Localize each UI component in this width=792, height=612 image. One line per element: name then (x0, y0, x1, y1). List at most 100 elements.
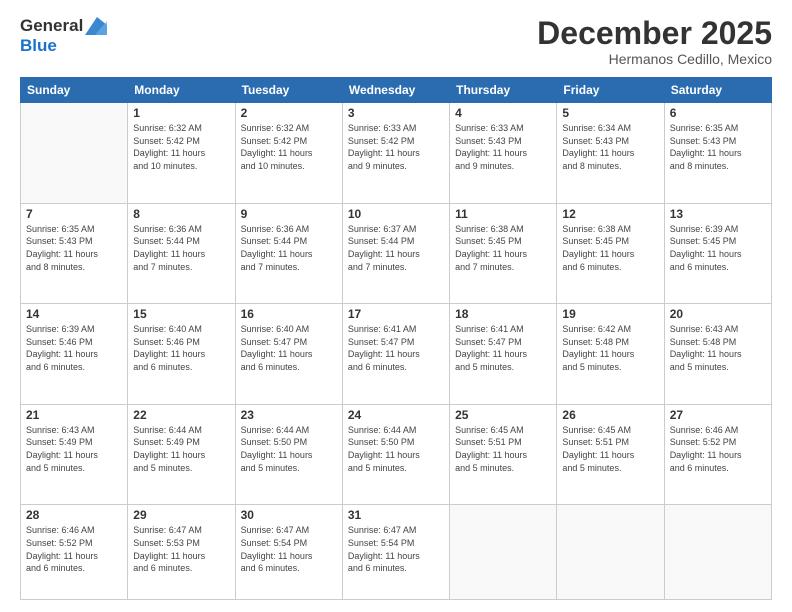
calendar-cell: 1Sunrise: 6:32 AM Sunset: 5:42 PM Daylig… (128, 103, 235, 204)
day-number: 6 (670, 106, 766, 120)
calendar-table: SundayMondayTuesdayWednesdayThursdayFrid… (20, 77, 772, 600)
logo-general: General (20, 16, 83, 36)
day-header-sunday: Sunday (21, 78, 128, 103)
day-number: 23 (241, 408, 337, 422)
calendar-cell: 10 Sunrise: 6:37 AM Sunset: 5:44 PM Dayli… (342, 203, 449, 304)
day-info: Sunrise: 6:40 AM Sunset: 5:46 PM Dayligh… (133, 323, 229, 373)
day-info: Sunrise: 6:41 AM Sunset: 5:47 PM Dayligh… (348, 323, 444, 373)
calendar-cell: 3 Sunrise: 6:33 AM Sunset: 5:42 PM Daylig… (342, 103, 449, 204)
calendar-cell: 6 Sunrise: 6:35 AM Sunset: 5:43 PM Daylig… (664, 103, 771, 204)
day-number: 18 (455, 307, 551, 321)
day-number: 29 (133, 508, 229, 522)
header: General Blue December 2025 Hermanos Cedi… (20, 16, 772, 67)
calendar-cell: 28Sunrise: 6:46 AM Sunset: 5:52 PM Dayli… (21, 505, 128, 600)
calendar-cell: 13 Sunrise: 6:39 AM Sunset: 5:45 PM Dayli… (664, 203, 771, 304)
calendar-cell (21, 103, 128, 204)
day-number: 25 (455, 408, 551, 422)
day-info: Sunrise: 6:39 AM Sunset: 5:45 PM Dayligh… (670, 223, 766, 273)
day-number: 22 (133, 408, 229, 422)
calendar-week-row: 28Sunrise: 6:46 AM Sunset: 5:52 PM Dayli… (21, 505, 772, 600)
calendar-cell: 27 Sunrise: 6:46 AM Sunset: 5:52 PM Dayli… (664, 404, 771, 505)
day-info: Sunrise: 6:32 AM Sunset: 5:42 PM Dayligh… (241, 122, 337, 172)
calendar-cell: 31 Sunrise: 6:47 AM Sunset: 5:54 PM Dayli… (342, 505, 449, 600)
day-header-friday: Friday (557, 78, 664, 103)
day-info: Sunrise: 6:40 AM Sunset: 5:47 PM Dayligh… (241, 323, 337, 373)
calendar-cell: 30 Sunrise: 6:47 AM Sunset: 5:54 PM Dayli… (235, 505, 342, 600)
calendar-cell: 11 Sunrise: 6:38 AM Sunset: 5:45 PM Dayli… (450, 203, 557, 304)
day-number: 27 (670, 408, 766, 422)
day-info: Sunrise: 6:47 AM Sunset: 5:54 PM Dayligh… (348, 524, 444, 574)
day-number: 17 (348, 307, 444, 321)
day-info: Sunrise: 6:47 AM Sunset: 5:54 PM Dayligh… (241, 524, 337, 574)
day-number: 8 (133, 207, 229, 221)
day-info: Sunrise: 6:42 AM Sunset: 5:48 PM Dayligh… (562, 323, 658, 373)
calendar-cell (664, 505, 771, 600)
day-info: Sunrise: 6:32 AM Sunset: 5:42 PM Dayligh… (133, 122, 229, 172)
calendar-cell: 14 Sunrise: 6:39 AM Sunset: 5:46 PM Dayli… (21, 304, 128, 405)
day-header-saturday: Saturday (664, 78, 771, 103)
day-info: Sunrise: 6:44 AM Sunset: 5:50 PM Dayligh… (241, 424, 337, 474)
day-header-wednesday: Wednesday (342, 78, 449, 103)
day-number: 2 (241, 106, 337, 120)
day-number: 13 (670, 207, 766, 221)
day-number: 26 (562, 408, 658, 422)
logo-blue: Blue (20, 36, 57, 56)
day-info: Sunrise: 6:45 AM Sunset: 5:51 PM Dayligh… (455, 424, 551, 474)
day-number: 21 (26, 408, 122, 422)
calendar-cell: 19 Sunrise: 6:42 AM Sunset: 5:48 PM Dayli… (557, 304, 664, 405)
calendar-cell (450, 505, 557, 600)
day-number: 15 (133, 307, 229, 321)
day-number: 19 (562, 307, 658, 321)
calendar-week-row: 1Sunrise: 6:32 AM Sunset: 5:42 PM Daylig… (21, 103, 772, 204)
month-title: December 2025 (537, 16, 772, 51)
day-number: 10 (348, 207, 444, 221)
calendar-cell: 20 Sunrise: 6:43 AM Sunset: 5:48 PM Dayli… (664, 304, 771, 405)
subtitle: Hermanos Cedillo, Mexico (537, 51, 772, 67)
calendar-cell (557, 505, 664, 600)
day-info: Sunrise: 6:33 AM Sunset: 5:42 PM Dayligh… (348, 122, 444, 172)
day-info: Sunrise: 6:46 AM Sunset: 5:52 PM Dayligh… (670, 424, 766, 474)
day-number: 30 (241, 508, 337, 522)
day-info: Sunrise: 6:35 AM Sunset: 5:43 PM Dayligh… (26, 223, 122, 273)
day-number: 12 (562, 207, 658, 221)
calendar-cell: 18 Sunrise: 6:41 AM Sunset: 5:47 PM Dayli… (450, 304, 557, 405)
calendar-cell: 21 Sunrise: 6:43 AM Sunset: 5:49 PM Dayli… (21, 404, 128, 505)
calendar-cell: 25 Sunrise: 6:45 AM Sunset: 5:51 PM Dayli… (450, 404, 557, 505)
calendar-cell: 4 Sunrise: 6:33 AM Sunset: 5:43 PM Daylig… (450, 103, 557, 204)
calendar-header-row: SundayMondayTuesdayWednesdayThursdayFrid… (21, 78, 772, 103)
day-info: Sunrise: 6:39 AM Sunset: 5:46 PM Dayligh… (26, 323, 122, 373)
calendar-cell: 8 Sunrise: 6:36 AM Sunset: 5:44 PM Daylig… (128, 203, 235, 304)
day-number: 11 (455, 207, 551, 221)
day-number: 4 (455, 106, 551, 120)
calendar-cell: 17 Sunrise: 6:41 AM Sunset: 5:47 PM Dayli… (342, 304, 449, 405)
calendar-cell: 12 Sunrise: 6:38 AM Sunset: 5:45 PM Dayli… (557, 203, 664, 304)
day-number: 20 (670, 307, 766, 321)
day-info: Sunrise: 6:37 AM Sunset: 5:44 PM Dayligh… (348, 223, 444, 273)
day-info: Sunrise: 6:41 AM Sunset: 5:47 PM Dayligh… (455, 323, 551, 373)
logo-wave-icon (85, 17, 107, 35)
day-info: Sunrise: 6:43 AM Sunset: 5:48 PM Dayligh… (670, 323, 766, 373)
day-number: 9 (241, 207, 337, 221)
day-info: Sunrise: 6:38 AM Sunset: 5:45 PM Dayligh… (455, 223, 551, 273)
day-number: 24 (348, 408, 444, 422)
day-info: Sunrise: 6:43 AM Sunset: 5:49 PM Dayligh… (26, 424, 122, 474)
day-info: Sunrise: 6:38 AM Sunset: 5:45 PM Dayligh… (562, 223, 658, 273)
calendar-cell: 15 Sunrise: 6:40 AM Sunset: 5:46 PM Dayli… (128, 304, 235, 405)
day-number: 31 (348, 508, 444, 522)
day-number: 7 (26, 207, 122, 221)
day-info: Sunrise: 6:36 AM Sunset: 5:44 PM Dayligh… (133, 223, 229, 273)
title-area: December 2025 Hermanos Cedillo, Mexico (537, 16, 772, 67)
calendar-cell: 9Sunrise: 6:36 AM Sunset: 5:44 PM Daylig… (235, 203, 342, 304)
day-info: Sunrise: 6:45 AM Sunset: 5:51 PM Dayligh… (562, 424, 658, 474)
day-number: 5 (562, 106, 658, 120)
calendar-week-row: 14 Sunrise: 6:39 AM Sunset: 5:46 PM Dayli… (21, 304, 772, 405)
day-info: Sunrise: 6:33 AM Sunset: 5:43 PM Dayligh… (455, 122, 551, 172)
calendar-week-row: 21 Sunrise: 6:43 AM Sunset: 5:49 PM Dayli… (21, 404, 772, 505)
day-info: Sunrise: 6:35 AM Sunset: 5:43 PM Dayligh… (670, 122, 766, 172)
day-number: 3 (348, 106, 444, 120)
calendar-cell: 7 Sunrise: 6:35 AM Sunset: 5:43 PM Daylig… (21, 203, 128, 304)
day-info: Sunrise: 6:34 AM Sunset: 5:43 PM Dayligh… (562, 122, 658, 172)
calendar-cell: 23 Sunrise: 6:44 AM Sunset: 5:50 PM Dayli… (235, 404, 342, 505)
day-number: 16 (241, 307, 337, 321)
day-number: 14 (26, 307, 122, 321)
